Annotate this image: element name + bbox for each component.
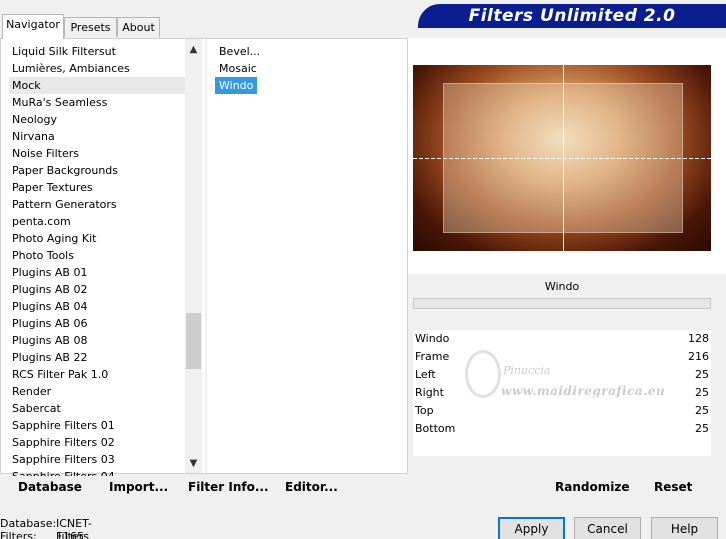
filter-item[interactable]: Bevel... <box>215 43 264 60</box>
param-name: Right <box>415 386 444 399</box>
preview-crosshair-horizontal <box>413 158 711 159</box>
filter-row: Mosaic <box>215 60 395 77</box>
database-button[interactable]: Database <box>18 480 82 494</box>
watermark-name: Pinuccia <box>503 364 551 377</box>
param-name: Frame <box>415 350 450 363</box>
category-item[interactable]: Nirvana <box>9 128 185 145</box>
category-item[interactable]: Mock <box>9 77 185 94</box>
param-slider-windo[interactable]: Windo 128 <box>413 330 711 348</box>
scroll-thumb[interactable] <box>186 313 201 369</box>
category-item[interactable]: Neology <box>9 111 185 128</box>
status-filters-label: Filters: <box>0 530 37 539</box>
tab-strip: Navigator Presets About <box>0 0 420 39</box>
scroll-up-icon[interactable]: ▲ <box>185 41 202 58</box>
app-banner-title: Filters Unlimited 2.0 <box>418 4 726 28</box>
param-value: 25 <box>695 422 709 435</box>
filter-item[interactable]: Windo <box>215 77 258 94</box>
apply-button[interactable]: Apply <box>498 517 565 539</box>
category-item[interactable]: Plugins AB 08 <box>9 332 185 349</box>
tab-about[interactable]: About <box>117 17 160 37</box>
category-item[interactable]: Sapphire Filters 02 <box>9 434 185 451</box>
editor-button[interactable]: Editor... <box>285 480 338 494</box>
category-item[interactable]: Pattern Generators <box>9 196 185 213</box>
param-name: Left <box>415 368 436 381</box>
category-item[interactable]: Plugins AB 04 <box>9 298 185 315</box>
filter-row: Windo <box>215 77 395 94</box>
filter-info-button[interactable]: Filter Info... <box>188 480 269 494</box>
watermark: Pinuccia www.maidiregrafica.eu <box>465 350 665 410</box>
watermark-url: www.maidiregrafica.eu <box>501 384 666 398</box>
param-name: Top <box>415 404 434 417</box>
param-slider-bottom[interactable]: Bottom 25 <box>413 420 711 438</box>
watermark-logo-icon <box>465 350 501 398</box>
category-item[interactable]: Plugins AB 06 <box>9 315 185 332</box>
filter-item[interactable]: Mosaic <box>215 60 261 77</box>
category-item[interactable]: Paper Backgrounds <box>9 162 185 179</box>
reset-button[interactable]: Reset <box>654 480 692 494</box>
cancel-button[interactable]: Cancel <box>574 517 641 539</box>
navigator-panel: Liquid Silk Filtersut Lumières, Ambiances… <box>0 38 408 483</box>
category-item[interactable]: Render <box>9 383 185 400</box>
category-scrollbar[interactable]: ▲ ▼ <box>185 39 202 473</box>
category-item[interactable]: Plugins AB 02 <box>9 281 185 298</box>
category-item[interactable]: Sapphire Filters 01 <box>9 417 185 434</box>
status-filters-value: 1165 <box>56 530 84 539</box>
scroll-down-icon[interactable]: ▼ <box>185 455 202 472</box>
category-item[interactable]: Sapphire Filters 03 <box>9 451 185 468</box>
category-item[interactable]: Photo Aging Kit <box>9 230 185 247</box>
category-item[interactable]: Plugins AB 22 <box>9 349 185 366</box>
progress-bar <box>413 298 711 309</box>
category-item[interactable]: penta.com <box>9 213 185 230</box>
filter-row: Bevel... <box>215 43 395 60</box>
status-database-label: Database: <box>0 517 57 530</box>
param-value: 25 <box>695 368 709 381</box>
tab-presets[interactable]: Presets <box>64 17 117 37</box>
param-value: 25 <box>695 404 709 417</box>
preview-image[interactable] <box>413 65 711 251</box>
category-item[interactable]: Sabercat <box>9 400 185 417</box>
filter-list[interactable]: Bevel... Mosaic Windo <box>215 43 395 94</box>
category-item[interactable]: Plugins AB 01 <box>9 264 185 281</box>
category-item[interactable]: Liquid Silk Filtersut <box>9 43 185 60</box>
category-item[interactable]: RCS Filter Pak 1.0 <box>9 366 185 383</box>
current-filter-name: Windo <box>413 276 711 298</box>
randomize-button[interactable]: Randomize <box>555 480 629 494</box>
category-list[interactable]: Liquid Silk Filtersut Lumières, Ambiances… <box>9 43 185 485</box>
category-item[interactable]: Noise Filters <box>9 145 185 162</box>
param-value: 216 <box>688 350 709 363</box>
param-value: 25 <box>695 386 709 399</box>
import-button[interactable]: Import... <box>109 480 168 494</box>
category-item[interactable]: Photo Tools <box>9 247 185 264</box>
param-name: Windo <box>415 332 450 345</box>
list-divider <box>205 39 207 473</box>
left-button-bar: Database Import... Filter Info... Editor… <box>4 476 408 502</box>
category-item[interactable]: Lumières, Ambiances <box>9 60 185 77</box>
help-button[interactable]: Help <box>651 517 718 539</box>
right-button-bar: Randomize Reset <box>413 476 711 502</box>
param-value: 128 <box>688 332 709 345</box>
param-name: Bottom <box>415 422 456 435</box>
category-item[interactable]: Paper Textures <box>9 179 185 196</box>
category-item[interactable]: MuRa's Seamless <box>9 94 185 111</box>
tab-navigator[interactable]: Navigator <box>2 14 64 39</box>
